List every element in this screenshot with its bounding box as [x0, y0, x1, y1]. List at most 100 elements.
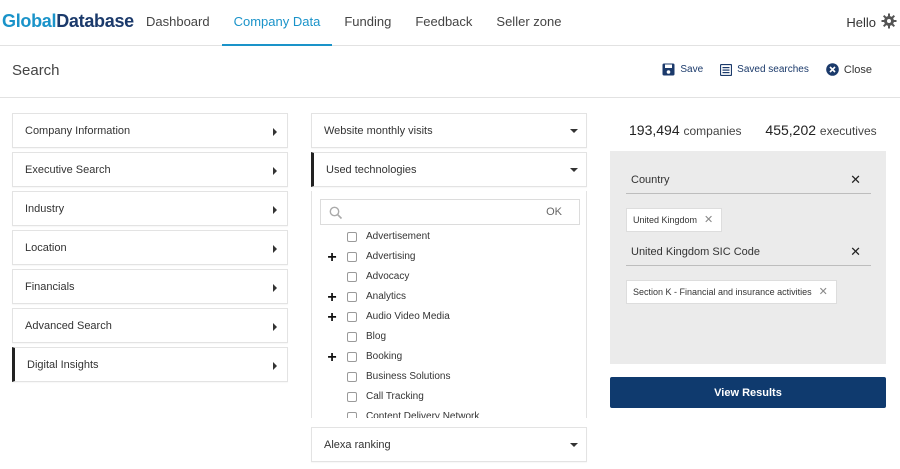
list-item[interactable]: Call Tracking [312, 391, 586, 411]
save-button[interactable]: Save [662, 63, 703, 76]
checkbox[interactable] [347, 252, 357, 262]
chevron-down-icon [570, 443, 578, 447]
list-item[interactable]: Advocacy [312, 271, 586, 291]
expand-icon[interactable]: + [326, 310, 338, 326]
logo-part-global: Global [2, 11, 57, 31]
technology-label: Booking [366, 351, 403, 362]
search-actions: Save Saved searches Close [645, 63, 872, 76]
technology-search-input[interactable] [349, 203, 529, 221]
technology-label: Blog [366, 331, 387, 342]
list-item[interactable]: Advertisement [312, 231, 586, 251]
expand-icon[interactable]: + [326, 290, 338, 306]
search-title: Search [12, 62, 60, 79]
technology-label: Advertisement [366, 231, 430, 242]
list-item[interactable]: + Advertising [312, 250, 586, 271]
dropdown-label: Website monthly visits [324, 125, 433, 137]
active-filters-panel: Country ✕ United Kingdom ✕ United Kingdo… [610, 151, 886, 364]
category-executive-search[interactable]: Executive Search [12, 152, 288, 187]
checkbox[interactable] [347, 332, 357, 342]
chip-label: Section K - Financial and insurance acti… [633, 287, 812, 297]
nav-seller-zone[interactable]: Seller zone [484, 0, 573, 46]
save-label: Save [680, 64, 704, 75]
chevron-down-icon [570, 129, 578, 133]
remove-filter-icon[interactable]: ✕ [850, 244, 861, 260]
close-circle-icon [826, 63, 839, 76]
digital-insights-panel: Website monthly visits Used technologies… [311, 113, 587, 462]
technology-search-box: OK [320, 199, 580, 225]
category-digital-insights[interactable]: Digital Insights [12, 347, 288, 382]
search-categories: Company Information Executive Search Ind… [12, 113, 288, 386]
category-label: Industry [25, 203, 65, 215]
executives-unit: executives [819, 124, 877, 138]
remove-filter-icon[interactable]: ✕ [850, 172, 861, 188]
saved-searches-label: Saved searches [737, 64, 809, 75]
logo[interactable]: GlobalDatabase [2, 11, 134, 32]
technology-label: Call Tracking [366, 391, 424, 402]
category-label: Digital Insights [27, 359, 99, 371]
user-greeting[interactable]: Hello [846, 15, 876, 30]
technology-list[interactable]: Advertisement + Advertising Advocacy + Analyt… [312, 231, 586, 418]
dropdown-label: Used technologies [326, 164, 417, 176]
list-item[interactable]: Business Solutions [312, 371, 586, 391]
view-results-button[interactable]: View Results [610, 377, 886, 408]
search-icon [329, 206, 343, 220]
close-icon[interactable]: ✕ [704, 209, 713, 231]
list-item[interactable]: + Audio Video Media [312, 310, 586, 331]
filter-header-country: Country ✕ [626, 166, 871, 194]
dropdown-label: Alexa ranking [324, 439, 391, 451]
expand-icon[interactable]: + [326, 250, 338, 266]
category-company-information[interactable]: Company Information [12, 113, 288, 148]
checkbox[interactable] [347, 272, 357, 282]
alexa-ranking-dropdown[interactable]: Alexa ranking [311, 427, 587, 462]
search-header: Search Save Saved searches Close [0, 46, 900, 98]
result-counts: 193,494 companies 455,202 executives [629, 122, 897, 138]
list-item[interactable]: Blog [312, 331, 586, 351]
nav-dashboard[interactable]: Dashboard [134, 0, 222, 46]
technology-label: Audio Video Media [366, 311, 450, 322]
close-label: Close [843, 63, 872, 76]
executives-count: 455,202 [765, 122, 817, 138]
expand-icon[interactable]: + [326, 350, 338, 366]
technology-label: Analytics [366, 291, 407, 302]
nav-company-data[interactable]: Company Data [221, 0, 333, 46]
category-location[interactable]: Location [12, 230, 288, 265]
close-icon[interactable]: ✕ [819, 281, 828, 303]
close-button[interactable]: Close [826, 63, 872, 76]
filter-chip-sic: Section K - Financial and insurance acti… [626, 280, 837, 304]
chevron-right-icon [273, 323, 277, 331]
saved-searches-button[interactable]: Saved searches [720, 63, 809, 76]
nav-funding[interactable]: Funding [332, 0, 403, 46]
top-navigation-bar: GlobalDatabase Dashboard Company Data Fu… [0, 0, 900, 46]
used-technologies-dropdown[interactable]: Used technologies [311, 152, 587, 187]
category-label: Executive Search [25, 164, 111, 176]
chevron-right-icon [273, 284, 277, 292]
list-item[interactable]: + Analytics [312, 290, 586, 311]
nav-feedback[interactable]: Feedback [403, 0, 484, 46]
checkbox[interactable] [347, 352, 357, 362]
list-item[interactable]: Content Delivery Network [312, 411, 586, 418]
category-label: Advanced Search [25, 320, 112, 332]
chevron-right-icon [273, 206, 277, 214]
checkbox[interactable] [347, 312, 357, 322]
checkbox[interactable] [347, 412, 357, 418]
filter-header-sic: United Kingdom SIC Code ✕ [626, 238, 871, 266]
main-nav: Dashboard Company Data Funding Feedback … [134, 0, 573, 46]
category-industry[interactable]: Industry [12, 191, 288, 226]
chevron-down-icon [570, 168, 578, 172]
checkbox[interactable] [347, 292, 357, 302]
category-label: Location [25, 242, 67, 254]
category-financials[interactable]: Financials [12, 269, 288, 304]
ok-button[interactable]: OK [546, 206, 562, 218]
technology-label: Advertising [366, 251, 416, 262]
checkbox[interactable] [347, 392, 357, 402]
website-visits-dropdown[interactable]: Website monthly visits [311, 113, 587, 148]
list-item[interactable]: + Booking [312, 350, 586, 371]
checkbox[interactable] [347, 372, 357, 382]
checkbox[interactable] [347, 232, 357, 242]
category-advanced-search[interactable]: Advanced Search [12, 308, 288, 343]
filter-chip-country: United Kingdom ✕ [626, 208, 723, 232]
logo-part-database: Database [56, 11, 134, 31]
technologies-panel: OK Advertisement + Advertising Advocacy + Ana… [311, 191, 587, 418]
chevron-right-icon [273, 245, 277, 253]
gear-icon[interactable] [881, 13, 897, 29]
